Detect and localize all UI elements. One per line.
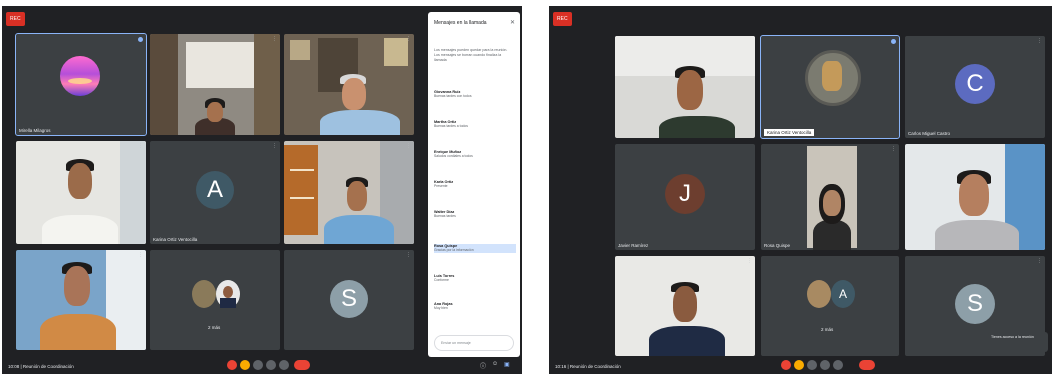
more-options-icon[interactable]: ⋮ (406, 36, 411, 42)
participant-tile[interactable]: J Javier Ramírez (615, 144, 755, 250)
participant-name: Karina Ortiz Ventocilla (764, 129, 815, 136)
participant-tile[interactable] (905, 144, 1045, 250)
more-options-icon[interactable]: ⋮ (406, 143, 411, 149)
chat-input[interactable]: Enviar un mensaje (434, 335, 514, 351)
participant-tile[interactable]: 2 más (150, 250, 280, 350)
meeting-screenshot-left: REC Mirella Milagros ⋮ ⋮ ⋮ ⋮ A Karina Or… (2, 6, 522, 374)
participant-tile[interactable] (615, 36, 755, 138)
chat-panel: Mensajes en la llamada ✕ Los mensajes pu… (428, 12, 520, 357)
avatar-initial: S (330, 280, 368, 318)
more-options-button[interactable] (833, 360, 843, 370)
participant-name: Mirella Milagros (19, 128, 51, 133)
hand-raise-button[interactable] (794, 360, 804, 370)
participant-tile[interactable]: A 2 más (761, 256, 899, 356)
more-options-button[interactable] (279, 360, 289, 370)
more-options-icon[interactable]: ⋮ (138, 143, 143, 149)
profile-picture (192, 280, 216, 308)
hand-raise-button[interactable] (240, 360, 250, 370)
chat-message-highlighted: Rosa Quispe Gracias por la información (434, 244, 516, 253)
meeting-info: 10:08 | Reunión de Coordinación (8, 364, 74, 369)
meeting-info: 10:16 | Reunión de Coordinación (555, 364, 621, 369)
participant-tile[interactable]: ⋮ (284, 34, 414, 135)
participant-tile[interactable]: ⋮ A Karina Ortiz Ventocilla (150, 141, 280, 244)
mic-off-button[interactable] (781, 360, 791, 370)
profile-picture (805, 50, 861, 106)
participant-name: Karina Ortiz Ventocilla (153, 237, 198, 242)
caption-button[interactable] (253, 360, 263, 370)
pin-icon[interactable] (138, 37, 143, 42)
info-icon[interactable]: ⓘ (480, 361, 486, 370)
participant-tile[interactable]: ⋮ S (284, 250, 414, 350)
chat-message: Karla Ortiz Presente (434, 180, 454, 188)
participant-name: Javier Ramírez (618, 243, 649, 248)
participant-tile[interactable]: ⋮ C Carlos Miguel Castro (905, 36, 1045, 138)
mic-off-button[interactable] (227, 360, 237, 370)
participant-tile[interactable]: ⋮ (284, 141, 414, 244)
more-options-icon[interactable]: ⋮ (891, 146, 896, 152)
profile-picture (216, 280, 240, 308)
more-options-icon[interactable]: ⋮ (747, 258, 752, 264)
participant-name: Rosa Quispe (764, 243, 791, 248)
profile-picture (60, 56, 100, 96)
more-options-icon[interactable]: ⋮ (272, 143, 277, 149)
participant-tile[interactable]: ⋮ Rosa Quispe (761, 144, 899, 250)
chat-message: Ana Rojas Muy bien (434, 302, 453, 310)
participant-tile[interactable]: ⋮ (16, 250, 146, 350)
avatar-initial: A (831, 280, 855, 308)
end-call-button[interactable] (294, 360, 310, 370)
chat-title: Mensajes en la llamada (434, 20, 487, 26)
recording-badge: REC (6, 12, 25, 26)
avatar-initial: A (196, 171, 234, 209)
end-call-button[interactable] (859, 360, 875, 370)
notification-toast[interactable]: Tienes acceso a la reunión (988, 332, 1048, 352)
profile-picture (807, 280, 831, 308)
avatar-initial: J (665, 174, 705, 214)
more-options-icon[interactable]: ⋮ (1037, 258, 1042, 264)
participant-tile[interactable]: ⋮ (150, 34, 280, 135)
participant-tile[interactable]: Karina Ortiz Ventocilla (760, 35, 900, 139)
participant-name: Carlos Miguel Castro (908, 131, 951, 136)
participant-count: 2 más (208, 325, 221, 330)
more-options-icon[interactable]: ⋮ (272, 36, 277, 42)
chat-icon[interactable]: ▣ (504, 361, 510, 368)
chat-message: Walter Díaz Buenas tardes (434, 210, 456, 218)
chat-message: Enrique Muñoz Saludos cordiales a todos (434, 150, 473, 158)
participant-tile[interactable]: Mirella Milagros (15, 33, 147, 136)
more-options-icon[interactable]: ⋮ (406, 252, 411, 258)
chat-option-text: Los mensajes pueden quedar para la reuni… (434, 48, 508, 62)
close-icon[interactable]: ✕ (510, 19, 515, 26)
present-button[interactable] (266, 360, 276, 370)
recording-badge: REC (553, 12, 572, 26)
participant-tile[interactable]: ⋮ (615, 256, 755, 356)
chat-message: Giovanna Ruiz Buenas tardes con todos (434, 90, 472, 98)
people-icon[interactable]: ☺ (492, 361, 498, 367)
participant-tile[interactable]: ⋮ (16, 141, 146, 244)
chat-message: Martha Ortiz Buenas tardes a todos (434, 120, 468, 128)
present-button[interactable] (820, 360, 830, 370)
more-options-icon[interactable]: ⋮ (1037, 38, 1042, 44)
caption-button[interactable] (807, 360, 817, 370)
more-options-icon[interactable]: ⋮ (138, 252, 143, 258)
participant-count: 2 más (821, 327, 834, 332)
avatar-initial: C (955, 64, 995, 104)
meeting-screenshot-right: REC Karina Ortiz Ventocilla ⋮ C Carlos M… (549, 6, 1052, 374)
avatar-initial: S (955, 284, 995, 324)
chat-message: Luis Torres Conforme (434, 274, 455, 282)
pin-icon[interactable] (891, 39, 896, 44)
